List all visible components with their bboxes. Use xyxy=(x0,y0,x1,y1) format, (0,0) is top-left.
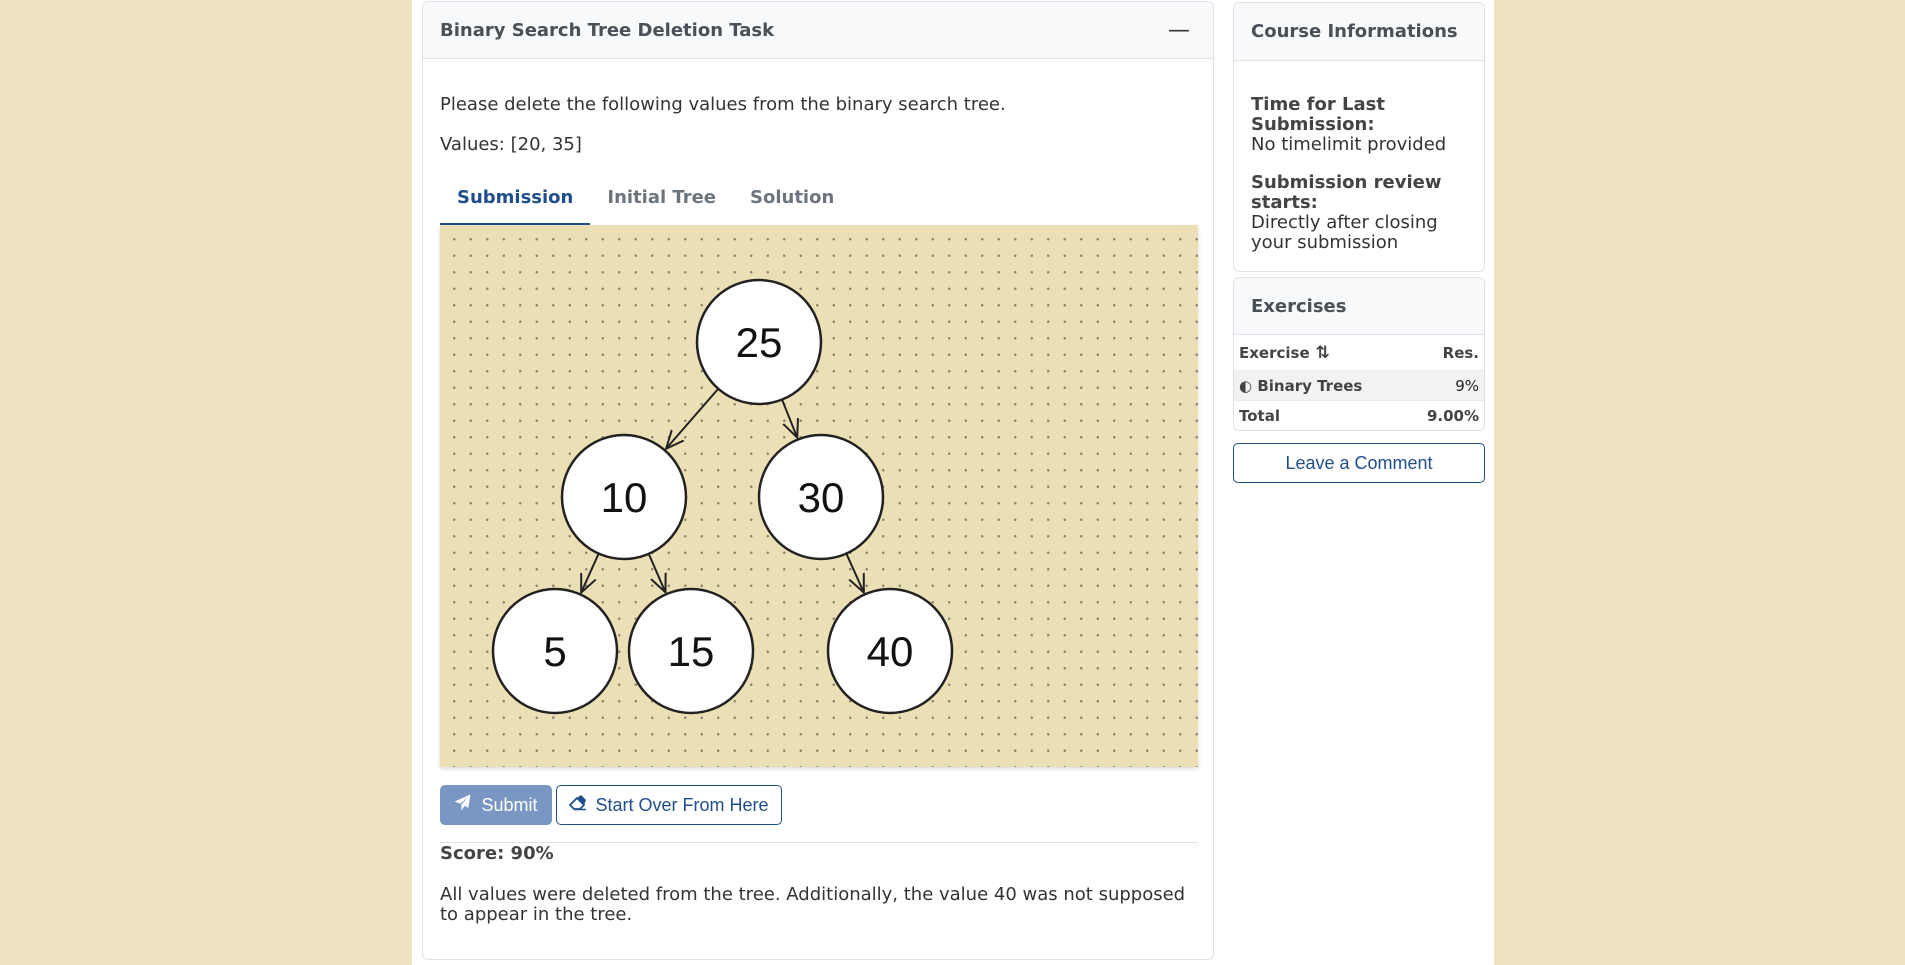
total-label: Total xyxy=(1239,407,1280,425)
tree-node-5[interactable]: 5 xyxy=(491,587,619,715)
tree-diagram: 25 10 30 5 15 40 xyxy=(491,278,954,715)
last-submission-block: Time for Last Submission: No timelimit p… xyxy=(1251,95,1467,155)
exercise-name: Binary Trees xyxy=(1257,376,1363,395)
task-card-header: Binary Search Tree Deletion Task — xyxy=(423,2,1213,59)
tree-node-label: 5 xyxy=(543,628,566,675)
task-values: Values: [20, 35] xyxy=(440,134,582,155)
tree-node-label: 10 xyxy=(601,474,648,521)
exercise-column-header[interactable]: Exercise ⇅ xyxy=(1239,343,1330,363)
exercises-title: Exercises xyxy=(1251,295,1347,317)
tab-bar: Submission Initial Tree Solution xyxy=(440,180,1198,226)
submit-label: Submit xyxy=(481,794,538,815)
task-prompt: Please delete the following values from … xyxy=(440,94,1006,115)
task-card: Binary Search Tree Deletion Task — Pleas… xyxy=(422,1,1214,960)
exercises-table: Exercise ⇅ Res. ◐ Binary Trees 9% Total 9… xyxy=(1234,335,1484,431)
tree-node-label: 30 xyxy=(798,474,845,521)
tree-node-label: 40 xyxy=(867,628,914,675)
leave-comment-button[interactable]: Leave a Comment xyxy=(1233,443,1485,483)
tree-edge-30-40 xyxy=(845,553,863,593)
table-header-row: Exercise ⇅ Res. xyxy=(1234,335,1484,371)
review-block: Submission review starts: Directly after… xyxy=(1251,173,1467,253)
last-submission-value: No timelimit provided xyxy=(1251,134,1447,155)
result-column-header: Res. xyxy=(1442,343,1479,362)
exercises-card: Exercises Exercise ⇅ Res. ◐ Binary Trees … xyxy=(1233,277,1485,431)
eraser-icon xyxy=(569,794,587,816)
divider xyxy=(440,842,1198,843)
tree-edge-10-5 xyxy=(581,553,600,593)
course-info-title: Course Informations xyxy=(1251,21,1458,42)
task-title: Binary Search Tree Deletion Task xyxy=(440,19,775,41)
start-over-label: Start Over From Here xyxy=(595,794,769,815)
sort-icon[interactable]: ⇅ xyxy=(1316,343,1330,363)
table-row[interactable]: ◐ Binary Trees 9% xyxy=(1234,371,1484,401)
tree-edge-10-15 xyxy=(647,553,666,592)
tab-solution[interactable]: Solution xyxy=(733,180,851,226)
feedback-text: All values were deleted from the tree. A… xyxy=(440,884,1186,925)
collapse-icon[interactable]: — xyxy=(1168,18,1196,43)
tab-submission[interactable]: Submission xyxy=(440,180,591,226)
exercise-result: 9% xyxy=(1455,376,1479,395)
tree-node-25[interactable]: 25 xyxy=(695,278,823,406)
start-over-button[interactable]: Start Over From Here xyxy=(556,785,782,825)
score-text: Score: 90% xyxy=(440,843,554,864)
send-icon xyxy=(454,794,471,816)
tree-node-label: 25 xyxy=(736,319,783,366)
tree-node-label: 15 xyxy=(668,628,715,675)
tree-node-30[interactable]: 30 xyxy=(757,433,885,561)
submit-button[interactable]: Submit xyxy=(440,785,552,825)
total-row: Total 9.00% xyxy=(1234,401,1484,431)
tab-initial-tree[interactable]: Initial Tree xyxy=(590,180,733,226)
total-value: 9.00% xyxy=(1426,407,1479,425)
exercises-header: Exercises xyxy=(1234,278,1484,335)
tree-node-10[interactable]: 10 xyxy=(560,433,688,561)
tree-node-40[interactable]: 40 xyxy=(826,587,954,715)
review-label: Submission review starts: xyxy=(1251,172,1442,213)
tree-edge-25-30 xyxy=(781,399,797,438)
tree-canvas[interactable]: 25 10 30 5 15 40 xyxy=(440,225,1198,767)
course-info-header: Course Informations xyxy=(1234,3,1484,61)
half-circle-icon: ◐ xyxy=(1239,376,1253,395)
review-value: Directly after closing your submission xyxy=(1251,212,1438,253)
tree-edge-25-10 xyxy=(666,388,720,449)
tree-node-15[interactable]: 15 xyxy=(627,587,755,715)
last-submission-label: Time for Last Submission: xyxy=(1251,94,1385,135)
course-info-card: Course Informations Time for Last Submis… xyxy=(1233,2,1485,272)
